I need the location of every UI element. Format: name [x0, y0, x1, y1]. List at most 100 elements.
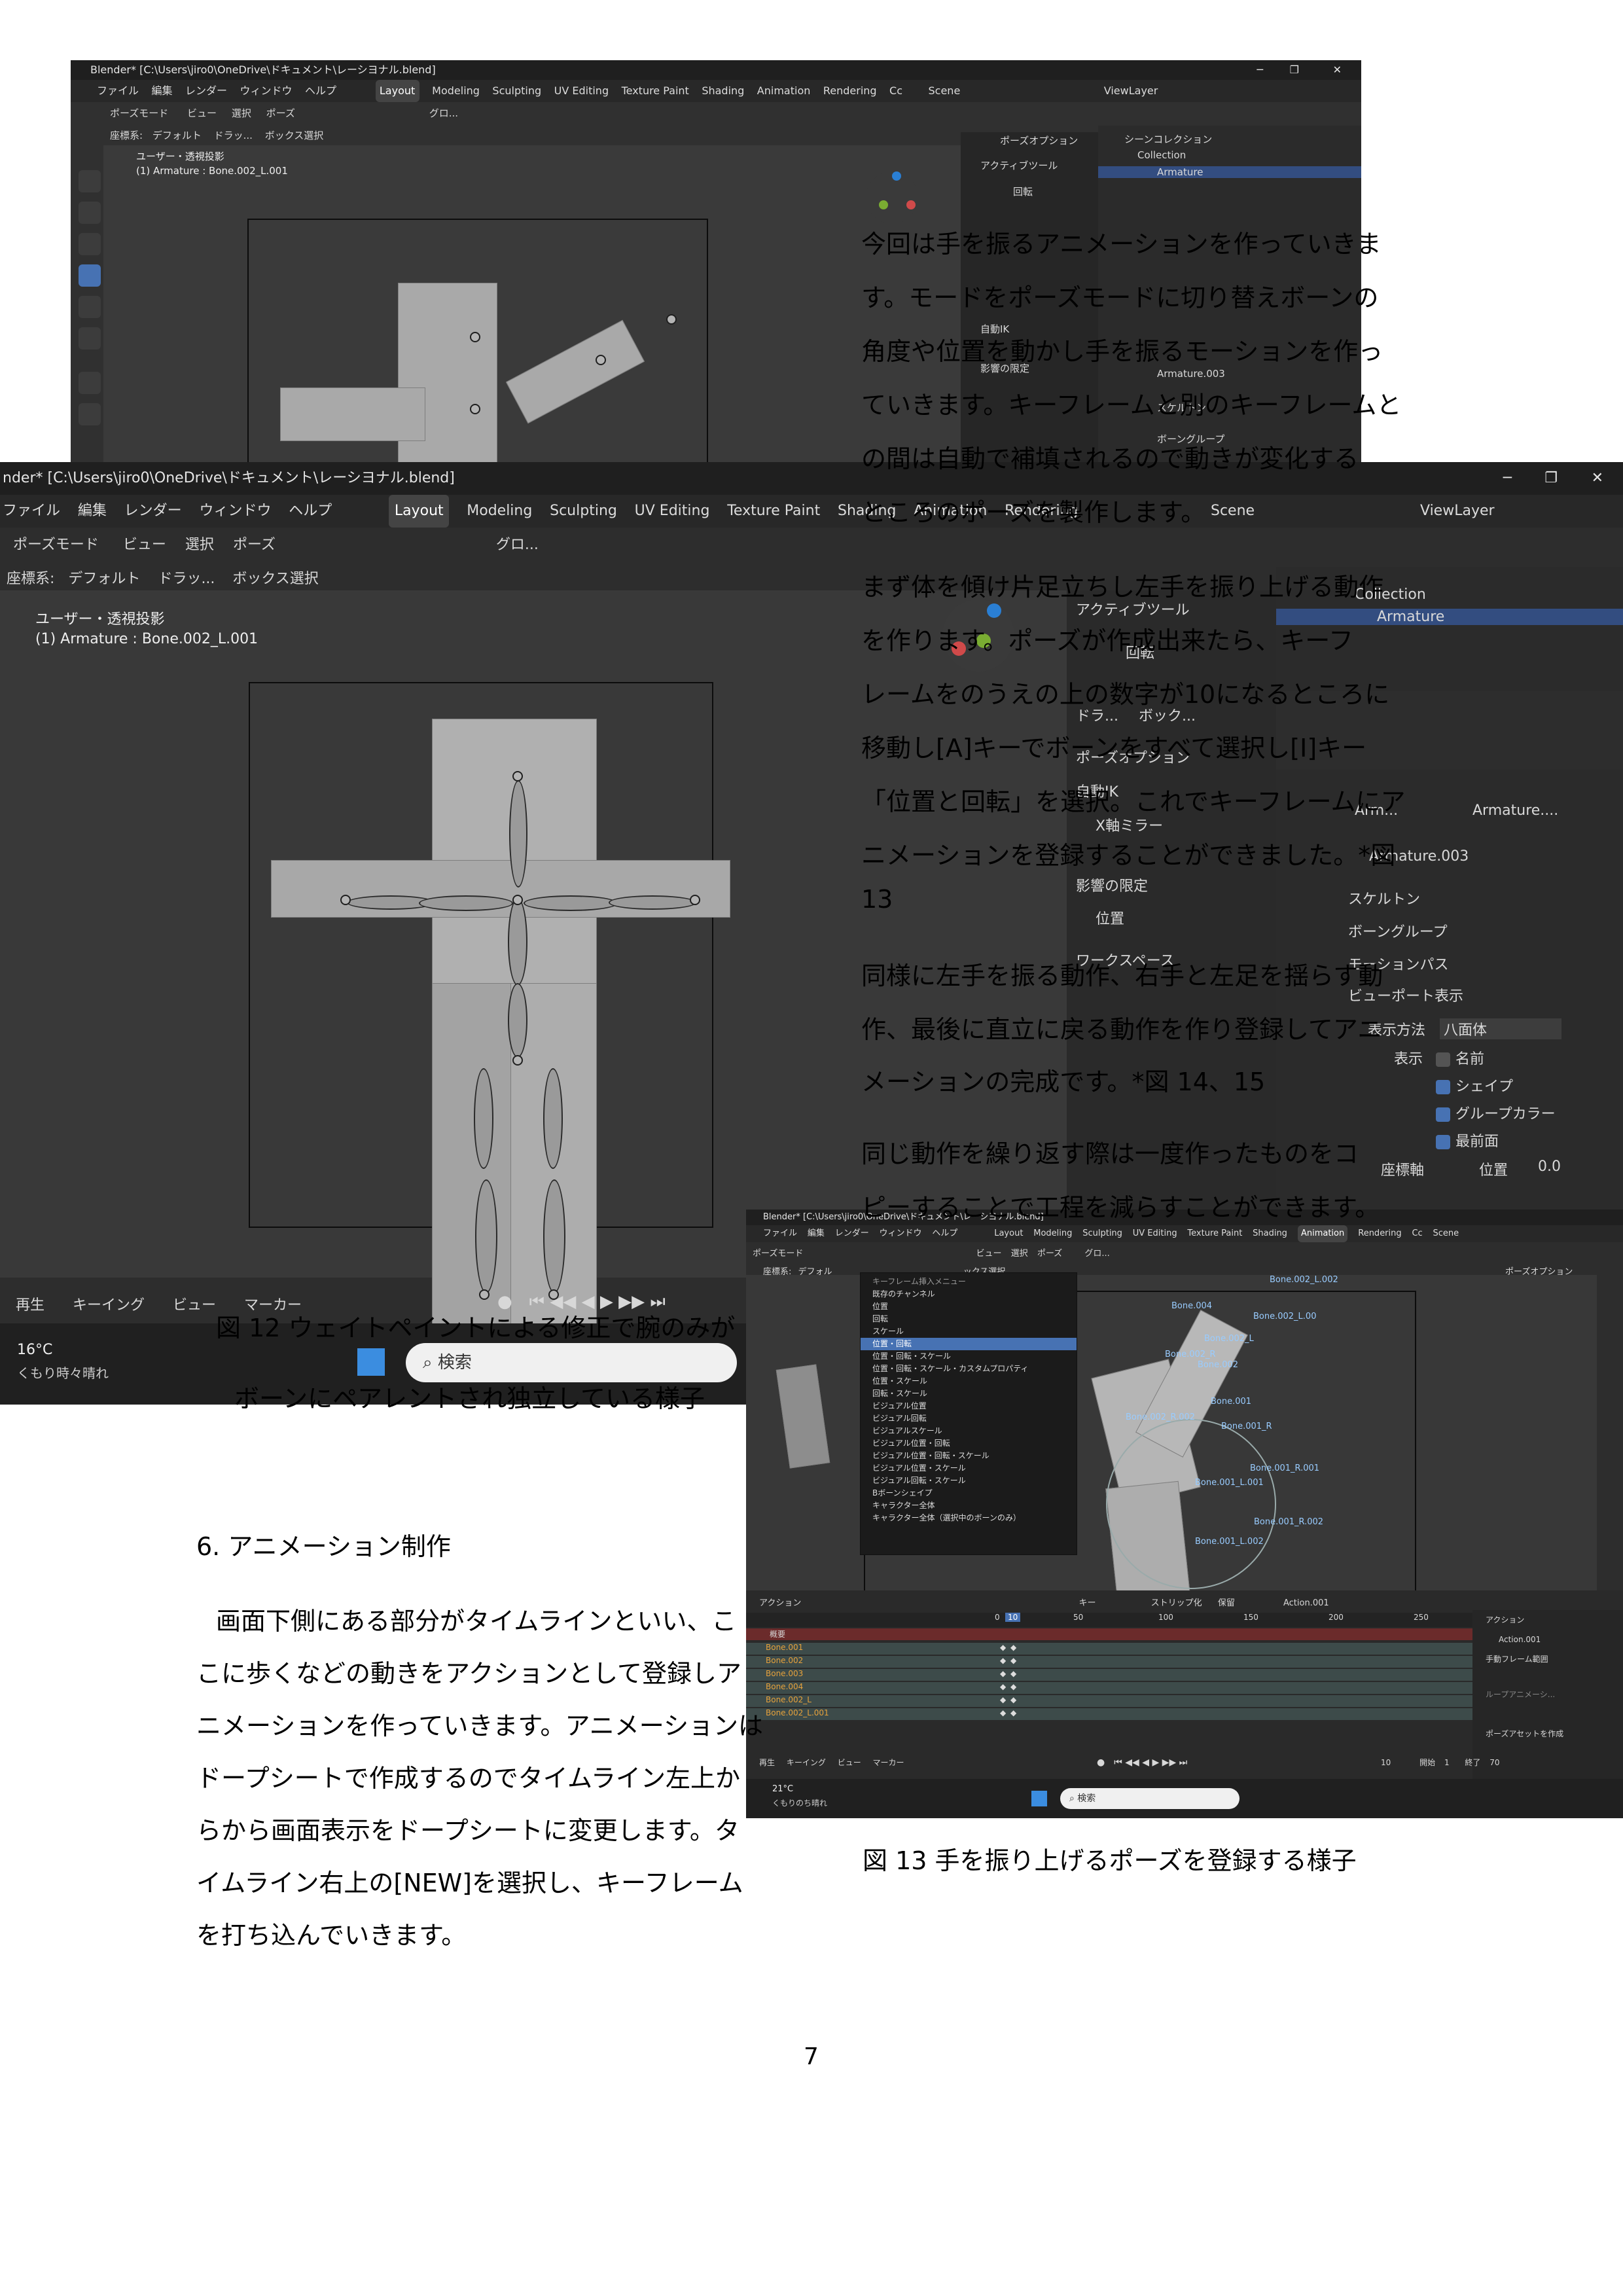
menu-item[interactable]: ビジュアル位置・回転・スケール: [861, 1450, 1077, 1462]
menu-item[interactable]: キャラクター全体: [861, 1499, 1077, 1512]
bone-joint[interactable]: [690, 895, 700, 905]
minimize-icon[interactable]: ─: [1503, 462, 1512, 495]
menu-edit[interactable]: 編集: [152, 80, 173, 102]
coord-select[interactable]: デフォルト: [68, 571, 140, 587]
menu-file[interactable]: ファイル: [763, 1225, 797, 1242]
weather-temp[interactable]: 21°C: [772, 1784, 793, 1794]
transform-tool[interactable]: [79, 327, 101, 350]
bone-groups-section[interactable]: ボーングループ: [1348, 920, 1448, 941]
channel-row[interactable]: Bone.003 ◆ ◆: [746, 1669, 1472, 1681]
push-down-button[interactable]: ストリップ化: [1151, 1598, 1202, 1608]
select-menu[interactable]: 選択: [1011, 1249, 1028, 1259]
position-limit[interactable]: 位置: [1096, 907, 1124, 928]
loop-label[interactable]: ループアニメーシ...: [1486, 1689, 1555, 1700]
close-icon[interactable]: ✕: [1333, 60, 1342, 80]
summary-row[interactable]: 概要: [746, 1628, 1472, 1640]
bone-joint[interactable]: [479, 1289, 490, 1300]
cursor-tool[interactable]: [79, 202, 101, 224]
menu-help[interactable]: ヘルプ: [289, 495, 332, 528]
display-as-select[interactable]: 八面体: [1440, 1018, 1561, 1039]
tab-uv-editing[interactable]: UV Editing: [1133, 1225, 1177, 1242]
pose-options-header[interactable]: ポーズオプション: [1000, 134, 1078, 147]
view-menu-timeline[interactable]: ビュー: [173, 1297, 216, 1314]
menu-window[interactable]: ウィンドウ: [199, 495, 271, 528]
menu-item[interactable]: ビジュアル位置・スケール: [861, 1462, 1077, 1475]
keyframe-marker[interactable]: ◆: [1000, 1656, 1006, 1665]
viewlayer-name[interactable]: ViewLayer: [1420, 495, 1495, 528]
tab-modeling[interactable]: Modeling: [1033, 1225, 1072, 1242]
tab-compositing[interactable]: Cc: [1412, 1225, 1422, 1242]
menu-edit[interactable]: 編集: [78, 495, 107, 528]
keying-menu[interactable]: キーイング: [73, 1297, 145, 1314]
bone-arm-right-1[interactable]: [524, 895, 618, 911]
menu-item[interactable]: ビジュアルスケール: [861, 1425, 1077, 1437]
keyframe-marker[interactable]: ◆: [1000, 1669, 1006, 1678]
names-checkbox[interactable]: 名前: [1436, 1047, 1484, 1068]
tab-texture-paint[interactable]: Texture Paint: [622, 80, 689, 102]
axis-gizmo[interactable]: [866, 171, 918, 224]
menu-item[interactable]: Bボーンシェイプ: [861, 1487, 1077, 1499]
menu-edit[interactable]: 編集: [808, 1225, 825, 1242]
menu-render[interactable]: レンダー: [124, 495, 182, 528]
bone-joint[interactable]: [512, 1055, 523, 1066]
bone-joint[interactable]: [470, 404, 480, 414]
menu-item[interactable]: 位置: [861, 1300, 1077, 1313]
tab-shading[interactable]: Shading: [1253, 1225, 1287, 1242]
current-frame-field[interactable]: 10: [1381, 1758, 1391, 1767]
active-tool-header[interactable]: アクティブツール: [980, 158, 1058, 172]
side-action-header[interactable]: アクション: [1486, 1614, 1524, 1625]
playback-menu[interactable]: 再生: [16, 1297, 45, 1314]
transform-orientation[interactable]: グロ...: [1084, 1249, 1109, 1259]
stash-button[interactable]: 保留: [1218, 1598, 1235, 1608]
shapes-checkbox[interactable]: シェイプ: [1436, 1075, 1513, 1096]
armature-data-name[interactable]: Armature.003: [1157, 368, 1225, 380]
menu-help[interactable]: ヘルプ: [932, 1225, 957, 1242]
rotate-tool[interactable]: [79, 264, 101, 287]
menu-item[interactable]: 位置・回転: [861, 1338, 1077, 1350]
mode-select[interactable]: ポーズモード: [110, 107, 168, 119]
end-field[interactable]: 70: [1489, 1758, 1499, 1767]
select-box-tool[interactable]: [79, 170, 101, 192]
select-menu[interactable]: 選択: [185, 537, 214, 553]
side-action-name[interactable]: Action.001: [1499, 1635, 1541, 1644]
start-field[interactable]: 1: [1444, 1758, 1450, 1767]
bone-spine[interactable]: [509, 780, 527, 888]
menu-item[interactable]: 既存のチャンネル: [861, 1288, 1077, 1300]
key-menu[interactable]: キー: [1079, 1598, 1096, 1608]
keyframe-marker[interactable]: ◆: [1000, 1643, 1006, 1652]
bone-shin-right[interactable]: [543, 1179, 565, 1293]
measure-tool[interactable]: [79, 403, 101, 425]
playback-menu[interactable]: 再生: [759, 1758, 775, 1767]
menu-item[interactable]: ビジュアル回転: [861, 1412, 1077, 1425]
bone-joint[interactable]: [512, 771, 523, 781]
bone-joint[interactable]: [470, 332, 480, 342]
transform-orientation[interactable]: グロ...: [496, 537, 539, 553]
collection-item[interactable]: Collection: [1137, 149, 1186, 161]
menu-item[interactable]: 位置・回転・スケール: [861, 1350, 1077, 1363]
mode-select[interactable]: ポーズモード: [13, 537, 99, 553]
tab-shading[interactable]: Shading: [702, 80, 744, 102]
view-menu-timeline[interactable]: ビュー: [838, 1758, 861, 1767]
menu-file[interactable]: ファイル: [97, 80, 139, 102]
drag-select[interactable]: ボックス選択: [265, 130, 324, 141]
scene-name[interactable]: Scene: [1211, 495, 1255, 528]
playback-controls[interactable]: ● ⏮ ◀◀ ◀ ▶ ▶▶ ⏭: [1097, 1755, 1187, 1768]
marker-menu[interactable]: マーカー: [873, 1758, 904, 1767]
menu-file[interactable]: ファイル: [3, 495, 60, 528]
view-menu[interactable]: ビュー: [976, 1249, 1002, 1259]
transform-orientation[interactable]: グロ...: [429, 107, 458, 119]
search-box[interactable]: ⌕ 検索: [406, 1343, 737, 1382]
tab-layout[interactable]: Layout: [994, 1225, 1023, 1242]
tab-sculpting[interactable]: Sculpting: [550, 495, 617, 528]
maximize-icon[interactable]: ❐: [1544, 462, 1558, 495]
keyframe-marker[interactable]: ◆: [1000, 1682, 1006, 1691]
select-menu[interactable]: 選択: [232, 107, 251, 119]
tab-rendering[interactable]: Rendering: [823, 80, 877, 102]
scale-tool[interactable]: [79, 296, 101, 318]
rotation-gizmo[interactable]: [1106, 1419, 1276, 1589]
menu-item[interactable]: 回転: [861, 1313, 1077, 1325]
tab-layout[interactable]: Layout: [389, 495, 450, 528]
tab-sculpting[interactable]: Sculpting: [492, 80, 541, 102]
keyframe-marker[interactable]: ◆: [1000, 1695, 1006, 1704]
search-box[interactable]: ⌕ 検索: [1060, 1788, 1240, 1809]
